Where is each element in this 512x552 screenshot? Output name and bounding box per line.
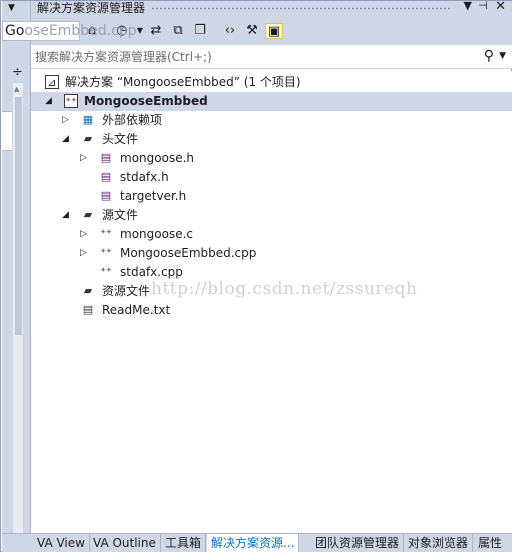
tab-properties[interactable]: 属性: [474, 534, 506, 552]
solution-explorer-window: ▼ GooseEmbbed.cpp ÷ ▲ 解决方案资源管理器 ▼ ⊣ ✕ ⌂ …: [0, 0, 512, 552]
header-file-icon: ▤: [100, 170, 112, 183]
title-bar: 解决方案资源管理器 ▼ ⊣ ✕: [31, 0, 512, 15]
tree-item-file[interactable]: ▷ ▤ mongoose.h: [31, 149, 512, 168]
tree-item-label: stdafx.cpp: [120, 265, 183, 279]
collapsed-arrow-icon[interactable]: ▷: [80, 225, 87, 244]
view-code-icon[interactable]: ‹›: [221, 23, 239, 39]
expanded-arrow-icon[interactable]: ◢: [62, 206, 69, 225]
title-grip[interactable]: [151, 7, 452, 10]
text-file-icon: ▤: [82, 303, 94, 316]
tab-va-view[interactable]: VA View: [33, 534, 90, 552]
dropdown-icon[interactable]: ▼: [464, 0, 472, 12]
tree-item-label: 资源文件: [102, 284, 151, 298]
search-options-icon[interactable]: ▼: [499, 51, 506, 61]
tree-item-label: targetver.h: [120, 189, 187, 203]
tree-item-file[interactable]: ▤ stdafx.h: [31, 168, 512, 187]
pin-icon[interactable]: ⊣: [478, 0, 488, 12]
header-file-icon: ▤: [100, 189, 112, 202]
tree-item-project[interactable]: ◢ ⁺⁺ MongooseEmbbed: [31, 92, 512, 111]
sync-icon[interactable]: ⇄: [147, 23, 165, 39]
tree-item-solution[interactable]: ⊿ 解决方案 “MongooseEmbbed” (1 个项目): [31, 73, 512, 92]
editor-side-strip: ▼ GooseEmbbed.cpp ÷ ▲: [2, 1, 137, 533]
close-icon[interactable]: ✕: [495, 0, 506, 14]
collapsed-arrow-icon[interactable]: ▷: [62, 111, 69, 130]
tree-item-readme[interactable]: ▤ ReadMe.txt: [31, 301, 512, 320]
tab-toolbox[interactable]: 工具箱: [161, 534, 207, 552]
collapsed-arrow-icon[interactable]: ▷: [80, 149, 87, 168]
properties-wrench-icon[interactable]: ⚒: [243, 23, 261, 39]
bottom-tab-strip: VA View VA Outline 工具箱 解决方案资源... 团队资源管理器…: [31, 533, 512, 552]
tree-item-headers-folder[interactable]: ◢ ▰ 头文件: [31, 130, 512, 149]
tree-item-label: stdafx.h: [120, 170, 169, 184]
tree-item-label: MongooseEmbbed: [84, 94, 208, 108]
tree-item-label: 解决方案 “MongooseEmbbed” (1 个项目): [65, 75, 301, 89]
filter-folder-icon: ▰: [83, 132, 93, 145]
tree-item-external-deps[interactable]: ▷ ▦ 外部依赖项: [31, 111, 512, 130]
scroll-thumb[interactable]: [15, 97, 22, 335]
cpp-file-icon: ⁺⁺: [100, 227, 112, 240]
tree-item-file[interactable]: ⁺⁺ stdafx.cpp: [31, 263, 512, 282]
tree-item-label: MongooseEmbbed.cpp: [120, 246, 257, 260]
expanded-arrow-icon[interactable]: ◢: [62, 130, 69, 149]
filter-folder-icon: ▰: [83, 208, 93, 221]
solution-icon: ⊿: [45, 75, 59, 89]
tab-team-explorer[interactable]: 团队资源管理器: [311, 534, 405, 552]
tree-item-sources-folder[interactable]: ◢ ▰ 源文件: [31, 206, 512, 225]
show-all-files-icon[interactable]: ❐: [191, 23, 209, 39]
collapse-all-icon[interactable]: ⧉: [169, 23, 187, 39]
tab-object-browser[interactable]: 对象浏览器: [404, 534, 474, 552]
search-bar: ⚲ ▼: [31, 45, 512, 69]
editor-file-peek[interactable]: GooseEmbbed.cpp: [2, 21, 137, 41]
tree-item-resources-folder[interactable]: ▰ 资源文件: [31, 282, 512, 301]
tree-item-label: 外部依赖项: [102, 113, 163, 127]
tab-solution-explorer[interactable]: 解决方案资源...: [207, 534, 300, 552]
window-title: 解决方案资源管理器: [37, 1, 146, 15]
tree-item-file[interactable]: ▷ ⁺⁺ mongoose.c: [31, 225, 512, 244]
filter-folder-icon: ▰: [83, 284, 93, 297]
cpp-file-icon: ⁺⁺: [100, 246, 112, 259]
dropdown-caret-icon[interactable]: ▼: [8, 3, 15, 13]
cpp-project-icon: ⁺⁺: [64, 94, 78, 108]
tree-item-file[interactable]: ▤ targetver.h: [31, 187, 512, 206]
search-icon[interactable]: ⚲: [484, 48, 494, 64]
bottom-left-corner: [2, 533, 31, 552]
split-icon[interactable]: ÷: [12, 65, 23, 80]
expanded-arrow-icon[interactable]: ◢: [45, 92, 52, 111]
collapsed-arrow-icon[interactable]: ▷: [80, 244, 87, 263]
cpp-file-icon: ⁺⁺: [100, 265, 112, 278]
editor-notch: [2, 111, 12, 151]
tree-item-label: 源文件: [102, 208, 139, 222]
external-deps-icon: ▦: [82, 113, 94, 126]
tree-item-label: ReadMe.txt: [102, 303, 171, 317]
scroll-up-icon[interactable]: ▲: [14, 85, 19, 93]
tree-item-label: mongoose.c: [120, 227, 193, 241]
header-file-icon: ▤: [100, 151, 112, 164]
tab-va-outline[interactable]: VA Outline: [89, 534, 161, 552]
tree-item-label: mongoose.h: [120, 151, 194, 165]
solution-tree: ⊿ 解决方案 “MongooseEmbbed” (1 个项目) ◢ ⁺⁺ Mon…: [31, 71, 512, 533]
search-input[interactable]: [35, 48, 465, 66]
tree-item-file[interactable]: ▷ ⁺⁺ MongooseEmbbed.cpp: [31, 244, 512, 263]
preview-selected-icon[interactable]: ▣: [265, 23, 283, 39]
tree-item-label: 头文件: [102, 132, 139, 146]
